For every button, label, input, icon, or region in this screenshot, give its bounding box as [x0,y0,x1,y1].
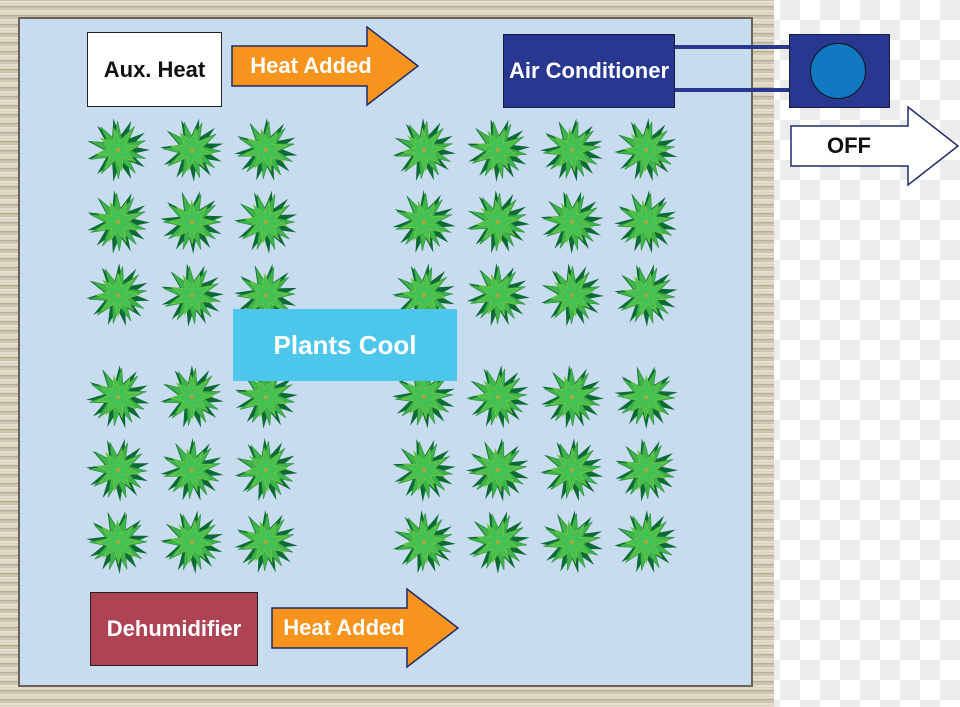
plant-icon [87,118,150,182]
plant-icon [86,365,150,429]
plant-icon [466,511,530,574]
plant-icon [540,118,603,182]
plant-icon [86,263,150,326]
dehumidifier-box: Dehumidifier [90,592,258,666]
plant-icon [614,190,678,254]
plant-icon [466,438,529,502]
dehumidifier-label: Dehumidifier [106,616,242,641]
ac-pipe-bottom [674,88,790,92]
plant-icon [392,438,456,502]
plant-icon [392,510,456,574]
plant-icon [540,510,604,574]
plant-icon [540,365,604,429]
plant-icon [234,190,298,254]
plant-icon [615,438,678,502]
aux-heat-box: Aux. Heat [87,32,222,107]
plant-icon [234,438,298,502]
ac-pipe-top [674,45,790,49]
plant-icon [160,191,224,254]
plant-icon [614,510,678,573]
plants-cool-label: Plants Cool [233,309,457,381]
plant-icon [234,118,298,181]
air-conditioner-label: Air Conditioner [508,58,670,83]
fan-icon [810,43,866,99]
plant-icon [160,438,224,501]
plant-icon [540,438,604,502]
air-conditioner-box: Air Conditioner [503,34,675,108]
plant-icon [160,118,224,182]
dehumidifier-arrow-label: Heat Added [283,615,405,640]
ac-state-label: OFF [827,133,871,158]
aux-heat-label: Aux. Heat [103,56,206,82]
plant-icon [614,118,678,182]
ac-outdoor-unit [789,34,890,108]
plant-icon [160,510,223,574]
aux-heat-arrow-label: Heat Added [250,53,372,78]
plant-icon [392,118,456,181]
plant-icon [466,118,530,182]
plant-icon [614,366,678,429]
plant-icon [86,438,150,502]
plant-icon [161,263,224,327]
plant-icon [392,190,456,253]
plant-icon [234,510,298,573]
plant-icon [87,190,150,254]
plant-icon [540,191,604,254]
plant-icon [541,263,604,327]
plant-icon [160,365,224,428]
plant-icon [466,190,530,254]
plant-icon [614,264,678,327]
plant-icon [466,365,529,429]
plant-icon [86,510,150,574]
plant-icon [466,263,530,327]
